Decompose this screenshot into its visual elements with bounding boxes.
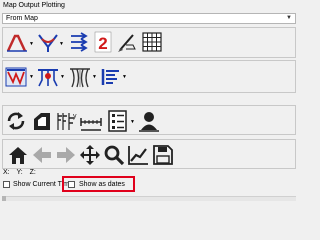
stations-plot-dropdown-icon[interactable]: ▼ [60, 74, 65, 80]
forward-arrow-icon[interactable] [55, 144, 77, 166]
vector-fields-icon[interactable]: y [55, 110, 77, 132]
cross-section-dropdown-icon[interactable]: ▼ [59, 41, 64, 47]
show-current-time-checkbox[interactable] [3, 181, 10, 188]
grid-table-icon[interactable] [141, 31, 163, 53]
chevron-down-icon: ▼ [286, 15, 292, 21]
toolbar-row-1: ▼ ▼ 2 [2, 27, 296, 58]
curtain-plot-dropdown-icon[interactable]: ▼ [29, 74, 34, 80]
stations-plot-icon[interactable] [36, 66, 60, 88]
barbs-plot-icon[interactable] [68, 66, 92, 88]
toolbar-row-2: ▼ ▼ ▼ ▼ [2, 60, 296, 93]
save-icon[interactable] [152, 144, 174, 166]
back-arrow-icon[interactable] [31, 144, 53, 166]
ruler-icon[interactable] [79, 110, 103, 132]
svg-text:y: y [73, 113, 77, 120]
polygon-icon[interactable] [31, 110, 53, 132]
show-as-dates-highlight [62, 176, 135, 192]
attributes-dropdown-icon[interactable]: ▼ [130, 119, 135, 125]
scrollbar-thumb[interactable] [2, 196, 6, 201]
pan-icon[interactable] [79, 144, 101, 166]
coordinate-readout: X: Y: Z: [3, 169, 41, 176]
number-plot-icon[interactable]: 2 [94, 31, 112, 53]
x-coordinate-label: X: [3, 169, 10, 176]
barbs-plot-dropdown-icon[interactable]: ▼ [92, 74, 97, 80]
chart-icon[interactable] [127, 144, 149, 166]
section-plot-dropdown-icon[interactable]: ▼ [29, 41, 34, 47]
horizontal-scrollbar[interactable] [2, 196, 296, 201]
z-coordinate-label: Z: [29, 169, 36, 176]
mode-select-value: From Map [6, 15, 38, 22]
curtain-plot-icon[interactable] [5, 66, 29, 88]
paint-plot-icon[interactable] [116, 31, 138, 53]
list-plot-icon[interactable] [100, 67, 122, 87]
home-icon[interactable] [7, 144, 29, 166]
toolbar-row-3: y ▼ [2, 105, 296, 135]
window-title: Map Output Plotting [3, 2, 65, 9]
mode-select[interactable]: From Map ▼ [2, 13, 296, 24]
arrows-plot-icon[interactable] [69, 32, 91, 52]
zoom-icon[interactable] [103, 144, 125, 166]
section-plot-icon[interactable] [5, 31, 31, 53]
list-plot-dropdown-icon[interactable]: ▼ [122, 74, 127, 80]
toolbar-row-4 [2, 139, 296, 169]
y-coordinate-label: Y: [16, 169, 23, 176]
user-profile-icon[interactable] [138, 110, 160, 132]
svg-text:2: 2 [98, 34, 107, 53]
refresh-icon[interactable] [5, 110, 27, 132]
attributes-list-icon[interactable] [107, 110, 129, 132]
